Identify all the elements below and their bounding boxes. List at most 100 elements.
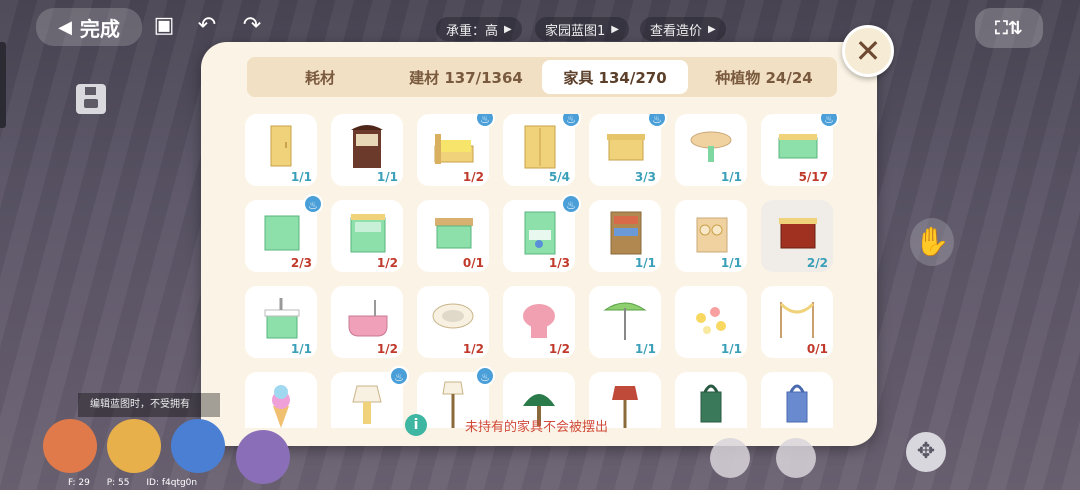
furniture-panel: 耗材 建材 137/1364 家具 134/270 种植物 24/24 1/1 1… [201,42,877,446]
bookcase-icon [610,211,642,255]
clean-badge-icon: ♨ [389,366,409,386]
item-slot[interactable]: 3/3 ♨ [589,114,667,186]
notice-text: 未持有的家具不会被摆出 [465,419,609,435]
item-slot[interactable] [675,372,747,428]
floor-readout: F: 29 [68,478,90,488]
load-capacity-pill[interactable]: 承重：高 ▶ [436,17,522,41]
blueprint-label: 家园蓝图1 [545,23,606,39]
item-count: 1/1 [290,170,312,184]
character-tool-icon[interactable] [43,419,97,473]
item-slot[interactable]: 1/2 ♨ [417,114,495,186]
book-icon[interactable]: ▣ [150,12,178,40]
item-slot[interactable]: ♨ [331,366,409,428]
item-slot[interactable]: 1/1 [675,200,747,272]
item-slot[interactable]: 1/1 [589,200,661,272]
greencab-icon [264,215,300,251]
move-icon[interactable]: ✥ [906,432,946,472]
hutch-icon [351,125,383,168]
item-count: 1/1 [376,170,398,184]
plates-icon [696,217,728,253]
character-icon[interactable]: ✋ [910,218,954,266]
item-slot[interactable]: 5/4 ♨ [503,114,581,186]
basin-icon [432,303,474,329]
item-count: 1/2 [462,342,484,356]
close-icon: ✕ [854,32,882,70]
item-slot[interactable]: 1/1 [675,286,747,358]
item-slot[interactable]: 1/1 [245,286,317,358]
item-count: 1/2 [462,170,484,184]
wardrobe-icon [524,125,556,169]
nightstand-icon [607,134,645,161]
view-cost-pill[interactable]: 查看造价 ▶ [640,17,726,41]
bed-icon [434,134,474,164]
item-slot[interactable] [245,372,317,428]
garland-icon [779,302,815,338]
item-count: 1/1 [720,256,742,270]
item-slot[interactable]: 1/2 [331,286,403,358]
lantern-icon [700,384,722,423]
item-slot[interactable]: 2/3 ♨ [245,194,323,272]
clean-badge-icon: ♨ [475,114,495,128]
lamp-icon [352,385,382,424]
item-count: 0/1 [462,256,484,270]
blueprint-pill[interactable]: 家园蓝图1 ▶ [535,17,629,41]
drawer-icon [778,134,818,159]
brick-tool-icon[interactable] [107,419,161,473]
tab-furniture[interactable]: 家具 134/270 [542,60,688,94]
cabinet-icon [270,125,292,167]
item-slot[interactable]: 1/2 [503,286,575,358]
left-edge-handle[interactable] [0,42,6,128]
view-cost-label: 查看造价 [650,23,703,39]
item-slot[interactable]: 2/2 [761,200,833,272]
save-icon[interactable] [76,84,106,114]
toilet-icon [523,304,555,338]
dresser-icon [350,214,386,253]
blueprint-tip: 编辑蓝图时，不受拥有 [78,393,220,417]
paint-tool-icon[interactable] [171,419,225,473]
item-slot[interactable]: 1/1 [589,286,661,358]
pick-tool-icon[interactable] [710,438,750,478]
item-slot[interactable]: 0/1 [761,286,833,358]
tab-consumables[interactable]: 耗材 [247,57,393,97]
item-count: 5/17 [798,170,828,184]
load-capacity-label: 承重：高 [446,23,499,39]
item-slot[interactable]: 5/17 ♨ [761,114,839,186]
item-slot[interactable]: 1/3 ♨ [503,194,581,272]
item-slot[interactable]: 1/1 [675,114,747,186]
flowers-icon [696,307,726,334]
layers-tool-icon[interactable] [236,430,290,484]
item-count: 1/1 [634,256,656,270]
sink-icon [264,298,300,339]
clean-badge-icon: ♨ [561,114,581,128]
done-button[interactable]: ◀ 完成 [36,8,142,46]
camera-toggle-button[interactable]: ⛶⇅ [975,8,1043,48]
item-count: 1/1 [634,342,656,356]
item-slot[interactable]: 1/2 [331,200,403,272]
bluelantern-icon [786,384,808,423]
chevron-right-icon: ▶ [504,23,512,35]
item-slot[interactable]: 1/2 [417,286,489,358]
category-tabs: 耗材 建材 137/1364 家具 134/270 种植物 24/24 [247,57,837,97]
tab-building-materials[interactable]: 建材 137/1364 [393,57,539,97]
tab-plants[interactable]: 种植物 24/24 [691,57,837,97]
person-swap-icon: ⛶⇅ [995,17,1023,39]
item-count: 1/1 [720,170,742,184]
item-count: 1/3 [548,256,570,270]
done-label: 完成 [79,16,120,41]
item-count: 0/1 [806,342,828,356]
close-button[interactable]: ✕ [842,25,894,77]
item-slot[interactable]: 1/1 [245,114,317,186]
undo-icon[interactable]: ↶ [193,12,221,40]
notice-bar: i 未持有的家具不会被摆出 [405,411,625,439]
icecream-icon [272,385,290,428]
item-slot[interactable] [761,372,833,428]
redo-icon[interactable]: ↷ [238,12,266,40]
desk-icon [435,218,473,249]
item-count: 3/3 [634,170,656,184]
info-icon[interactable]: i [405,414,427,436]
pencil-tool-icon[interactable] [776,438,816,478]
item-count: 1/2 [376,256,398,270]
item-slot[interactable]: 0/1 [417,200,489,272]
redchest-icon [779,218,817,249]
item-slot[interactable]: 1/1 [331,114,403,186]
